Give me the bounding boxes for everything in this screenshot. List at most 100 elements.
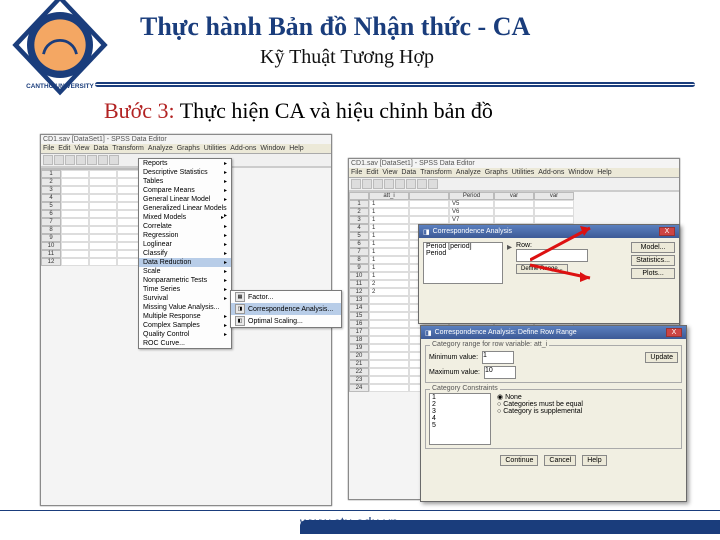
menu-data[interactable]: Data (401, 169, 416, 176)
min-label: Minimum value: (429, 354, 478, 361)
menu-data[interactable]: Data (93, 145, 108, 152)
model-button[interactable]: Model... (631, 242, 675, 253)
min-value-field[interactable]: 1 (482, 351, 514, 364)
continue-button[interactable]: Continue (500, 455, 538, 466)
toolbar-right (349, 178, 679, 191)
menu-item[interactable]: Complex Samples (139, 321, 231, 330)
dialog-icon: ◨ (425, 329, 432, 337)
menu-item[interactable]: Nonparametric Tests (139, 276, 231, 285)
list-item[interactable]: Period (424, 250, 502, 257)
close-icon[interactable]: X (666, 328, 682, 337)
submenu-item[interactable]: ◧Optimal Scaling... (231, 315, 341, 327)
menu-transform[interactable]: Transform (420, 169, 452, 176)
tool-icon[interactable] (417, 179, 427, 189)
constraint-list[interactable]: 1 2 3 4 5 (429, 393, 491, 445)
tool-icon[interactable] (98, 155, 108, 165)
title-divider (95, 82, 695, 87)
menu-item[interactable]: Descriptive Statistics (139, 168, 231, 177)
menu-item[interactable]: Regression (139, 231, 231, 240)
menu-analyze[interactable]: Analyze (148, 145, 173, 152)
menu-graphs[interactable]: Graphs (177, 145, 200, 152)
list-item[interactable]: 2 (430, 401, 490, 408)
submenu-item-correspondence[interactable]: ◨Correspondence Analysis... (231, 303, 341, 315)
correspondence-analysis-dialog: ◨Correspondence AnalysisX Period [period… (418, 224, 680, 324)
tool-icon[interactable] (43, 155, 53, 165)
variable-list[interactable]: Period [period] Period (423, 242, 503, 284)
step-label: Bước 3: Thực hiện CA và hiệu chỉnh bản đ… (104, 98, 493, 124)
menu-addons[interactable]: Add-ons (538, 169, 564, 176)
data-reduction-submenu[interactable]: ▦Factor... ◨Correspondence Analysis... ◧… (230, 290, 342, 328)
list-item[interactable]: Period [period] (424, 243, 502, 250)
tool-icon[interactable] (351, 179, 361, 189)
menu-edit[interactable]: Edit (58, 145, 70, 152)
list-item[interactable]: 4 (430, 415, 490, 422)
radio-none[interactable]: None (497, 393, 583, 401)
menu-item[interactable]: Mixed Models (139, 213, 231, 222)
radio-equal[interactable]: Categories must be equal (497, 401, 583, 408)
menubar-right[interactable]: File Edit View Data Transform Analyze Gr… (349, 168, 679, 178)
menu-item[interactable]: Missing Value Analysis... (139, 303, 231, 312)
plots-button[interactable]: Plots... (631, 268, 675, 279)
menu-file[interactable]: File (351, 169, 362, 176)
menu-item[interactable]: Quality Control (139, 330, 231, 339)
menu-item[interactable]: General Linear Model (139, 195, 231, 204)
menu-item[interactable]: Survival (139, 294, 231, 303)
radio-supplemental[interactable]: Category is supplemental (497, 408, 583, 415)
menu-item[interactable]: Tables (139, 177, 231, 186)
menu-item[interactable]: Time Series (139, 285, 231, 294)
ca-icon: ◨ (235, 304, 245, 314)
menu-item[interactable]: Classify (139, 249, 231, 258)
factor-icon: ▦ (235, 292, 245, 302)
row-field[interactable] (516, 249, 588, 262)
tool-icon[interactable] (428, 179, 438, 189)
tool-icon[interactable] (87, 155, 97, 165)
menu-graphs[interactable]: Graphs (485, 169, 508, 176)
tool-icon[interactable] (76, 155, 86, 165)
define-row-range-dialog: ◨Correspondence Analysis: Define Row Ran… (420, 325, 687, 502)
define-range-button[interactable]: Define Range... (516, 264, 568, 274)
menu-help[interactable]: Help (289, 145, 303, 152)
dialog-title: ◨Correspondence AnalysisX (419, 225, 679, 238)
menu-item[interactable]: Generalized Linear Models (139, 204, 231, 213)
analyze-menu[interactable]: Reports Descriptive Statistics Tables Co… (138, 158, 232, 349)
list-item[interactable]: 1 (430, 394, 490, 401)
menu-item-data-reduction[interactable]: Data Reduction (139, 258, 231, 267)
tool-icon[interactable] (362, 179, 372, 189)
menu-help[interactable]: Help (597, 169, 611, 176)
menu-analyze[interactable]: Analyze (456, 169, 481, 176)
tool-icon[interactable] (373, 179, 383, 189)
tool-icon[interactable] (54, 155, 64, 165)
menu-utilities[interactable]: Utilities (512, 169, 535, 176)
list-item[interactable]: 3 (430, 408, 490, 415)
tool-icon[interactable] (395, 179, 405, 189)
menu-transform[interactable]: Transform (112, 145, 144, 152)
menu-window[interactable]: Window (260, 145, 285, 152)
menu-item[interactable]: Compare Means (139, 186, 231, 195)
close-icon[interactable]: X (659, 227, 675, 236)
update-button[interactable]: Update (645, 352, 678, 363)
menu-view[interactable]: View (74, 145, 89, 152)
menu-file[interactable]: File (43, 145, 54, 152)
menu-item[interactable]: ROC Curve... (139, 339, 231, 348)
menu-utilities[interactable]: Utilities (204, 145, 227, 152)
menu-item[interactable]: Reports (139, 159, 231, 168)
menubar-left[interactable]: File Edit View Data Transform Analyze Gr… (41, 144, 331, 154)
cancel-button[interactable]: Cancel (544, 455, 576, 466)
submenu-item[interactable]: ▦Factor... (231, 291, 341, 303)
menu-edit[interactable]: Edit (366, 169, 378, 176)
menu-window[interactable]: Window (568, 169, 593, 176)
tool-icon[interactable] (406, 179, 416, 189)
tool-icon[interactable] (384, 179, 394, 189)
tool-icon[interactable] (65, 155, 75, 165)
statistics-button[interactable]: Statistics... (631, 255, 675, 266)
menu-item[interactable]: Loglinear (139, 240, 231, 249)
menu-item[interactable]: Correlate (139, 222, 231, 231)
menu-item[interactable]: Scale (139, 267, 231, 276)
list-item[interactable]: 5 (430, 422, 490, 429)
max-value-field[interactable]: 10 (484, 366, 516, 379)
menu-view[interactable]: View (382, 169, 397, 176)
menu-addons[interactable]: Add-ons (230, 145, 256, 152)
tool-icon[interactable] (109, 155, 119, 165)
help-button[interactable]: Help (582, 455, 606, 466)
menu-item[interactable]: Multiple Response (139, 312, 231, 321)
